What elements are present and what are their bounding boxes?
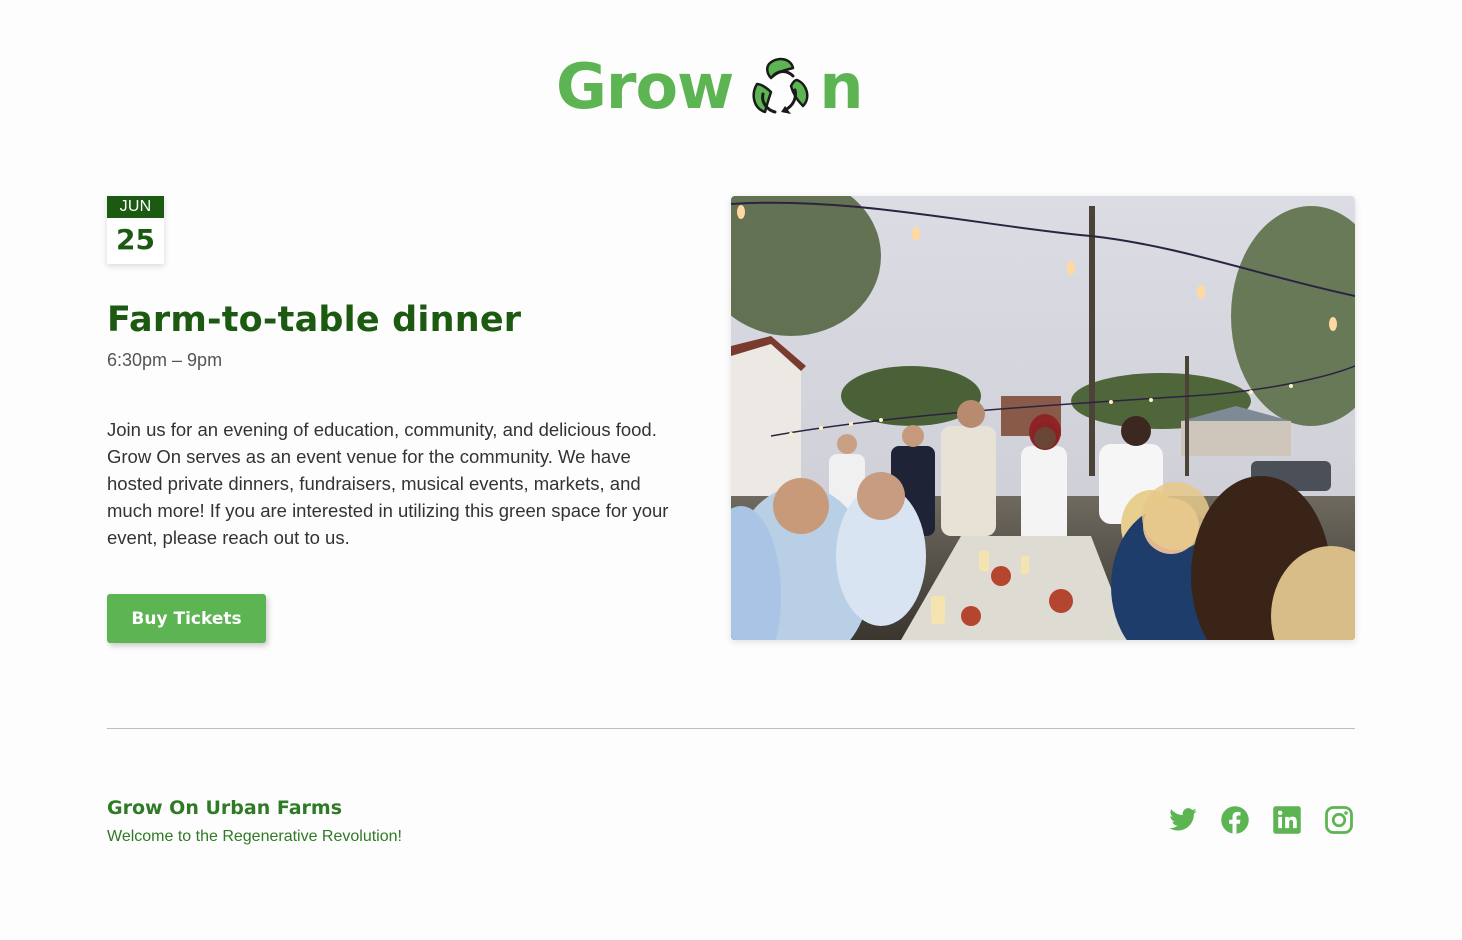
twitter-icon bbox=[1169, 808, 1197, 831]
instagram-icon bbox=[1325, 806, 1353, 834]
event-time: 6:30pm – 9pm bbox=[107, 350, 223, 370]
logo-text-n: n bbox=[819, 50, 863, 123]
outdoor-dinner-photo bbox=[731, 196, 1355, 640]
site-logo[interactable]: Grow n bbox=[556, 52, 888, 122]
footer-tagline: Welcome to the Regenerative Revolution! bbox=[107, 828, 402, 845]
logo-text-grow: Grow bbox=[556, 50, 734, 123]
linkedin-icon bbox=[1273, 806, 1301, 834]
facebook-icon bbox=[1221, 806, 1249, 834]
event-date-day: 25 bbox=[116, 223, 155, 256]
instagram-link[interactable] bbox=[1322, 803, 1356, 837]
event-photo bbox=[731, 196, 1355, 640]
event-title: Farm-to-table dinner bbox=[107, 300, 522, 340]
event-date-month: JUN bbox=[107, 196, 164, 218]
footer-org-name: Grow On Urban Farms bbox=[107, 797, 343, 819]
event-description: Join us for an evening of education, com… bbox=[107, 419, 669, 548]
buy-tickets-button[interactable]: Buy Tickets bbox=[107, 594, 266, 643]
recycle-leaf-icon bbox=[752, 57, 809, 114]
footer-divider bbox=[107, 728, 1355, 729]
linkedin-link[interactable] bbox=[1270, 803, 1304, 837]
facebook-link[interactable] bbox=[1218, 803, 1252, 837]
twitter-link[interactable] bbox=[1166, 803, 1200, 837]
event-date-badge: JUN 25 bbox=[107, 196, 164, 264]
